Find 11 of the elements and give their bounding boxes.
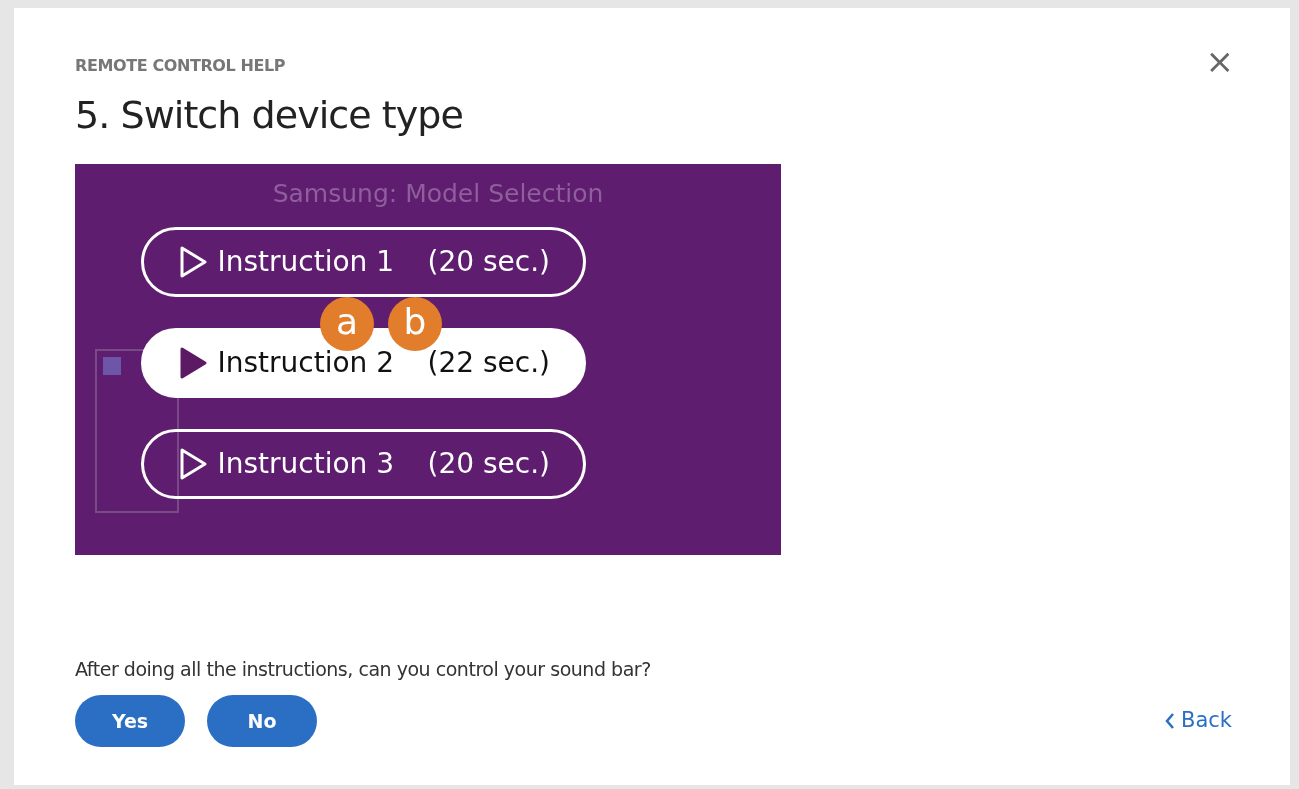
back-link[interactable]: Back xyxy=(1165,705,1232,737)
chevron-left-icon xyxy=(1165,712,1175,730)
dialog-eyebrow: REMOTE CONTROL HELP xyxy=(75,55,286,77)
answer-button[interactable]: No xyxy=(207,695,317,747)
question-text: After doing all the instructions, can you control your sound bar? xyxy=(75,656,652,682)
dialog-title: 5. Switch device type xyxy=(75,92,464,139)
answer-button[interactable]: Yes xyxy=(75,695,185,747)
tv-screen-title: Samsung: Model Selection xyxy=(272,177,604,209)
instruction-button[interactable]: Instruction 3 (20 sec.) xyxy=(140,428,586,499)
instruction-button[interactable]: Instruction 1 (20 sec.) xyxy=(140,226,586,297)
close-button[interactable]: × xyxy=(1205,44,1234,78)
